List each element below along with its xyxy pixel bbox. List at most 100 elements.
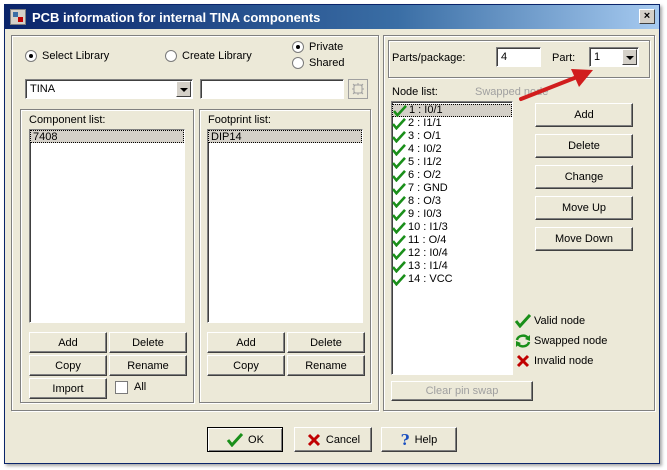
node-list-item[interactable]: 5 : I1/2 <box>392 156 512 169</box>
node-add-button[interactable]: Add <box>535 103 633 127</box>
node-list-item-label: 13 : I1/4 <box>408 260 448 272</box>
footprint-copy-button[interactable]: Copy <box>207 355 285 376</box>
check-icon <box>392 143 406 156</box>
node-list-label: Node list: <box>392 86 438 98</box>
all-checkbox[interactable] <box>115 381 128 394</box>
check-icon <box>515 314 531 328</box>
node-list-item-label: 14 : VCC <box>408 273 453 285</box>
node-delete-label: Delete <box>568 140 600 152</box>
node-list-item[interactable]: 1 : I0/1 <box>392 104 512 117</box>
node-list-item[interactable]: 12 : I0/4 <box>392 247 512 260</box>
all-label: All <box>134 381 147 393</box>
node-list-item[interactable]: 8 : O/3 <box>392 195 512 208</box>
component-import-button[interactable]: Import <box>29 378 107 399</box>
node-list-item[interactable]: 2 : I1/1 <box>392 117 512 130</box>
private-radio[interactable]: Private <box>292 41 343 53</box>
radio-dot <box>25 50 37 62</box>
node-delete-button[interactable]: Delete <box>535 134 633 158</box>
node-add-label: Add <box>574 109 594 121</box>
component-listbox[interactable]: 7408 <box>29 129 185 323</box>
component-delete-button[interactable]: Delete <box>109 332 187 353</box>
part-select-value: 1 <box>594 51 601 63</box>
legend-valid: Valid node <box>515 314 585 328</box>
legend-valid-label: Valid node <box>534 315 586 327</box>
pcb-info-dialog: PCB information for internal TINA compon… <box>4 4 660 464</box>
check-icon <box>392 260 406 273</box>
node-list-item-label: 4 : I0/2 <box>408 143 442 155</box>
shared-label: Shared <box>309 57 345 69</box>
footprint-delete-button[interactable]: Delete <box>287 332 365 353</box>
legend-invalid: Invalid node <box>515 354 593 368</box>
x-icon <box>516 354 530 368</box>
node-list-item[interactable]: 10 : I1/3 <box>392 221 512 234</box>
legend-swapped: Swapped node <box>515 334 607 348</box>
library-name-field[interactable] <box>200 79 344 99</box>
legend-swapped-label: Swapped node <box>534 335 608 347</box>
x-icon <box>307 433 320 446</box>
node-list-item-label: 1 : I0/1 <box>409 104 443 116</box>
check-icon <box>392 208 406 221</box>
move-down-label: Move Down <box>554 233 614 245</box>
create-library-radio[interactable]: Create Library <box>165 50 252 62</box>
help-button[interactable]: ? Help <box>381 427 457 452</box>
window-title: PCB information for internal TINA compon… <box>32 9 321 25</box>
node-list-item-label: 7 : GND <box>408 182 448 194</box>
node-list-item[interactable]: 3 : O/1 <box>392 130 512 143</box>
radio-dot <box>292 41 304 53</box>
footprint-rename-button[interactable]: Rename <box>287 355 365 376</box>
list-item[interactable]: 7408 <box>30 130 184 143</box>
browse-icon[interactable] <box>348 79 368 99</box>
select-library-radio[interactable]: Select Library <box>25 50 109 62</box>
close-button[interactable]: × <box>639 9 655 24</box>
node-change-button[interactable]: Change <box>535 165 633 189</box>
legend-invalid-label: Invalid node <box>534 355 594 367</box>
node-list-container: 1 : I0/1 2 : I1/1 3 : O/1 4 : I0/2 5 : I1/2 6… <box>392 104 512 286</box>
chevron-down-icon[interactable] <box>176 81 191 97</box>
move-up-button[interactable]: Move Up <box>535 196 633 220</box>
node-list-item-label: 6 : O/2 <box>408 169 442 181</box>
check-icon <box>392 169 406 182</box>
ok-button[interactable]: OK <box>207 427 283 452</box>
radio-dot <box>292 57 304 69</box>
footprint-listbox[interactable]: DIP14 <box>207 129 363 323</box>
move-down-button[interactable]: Move Down <box>535 227 633 251</box>
check-icon <box>392 273 406 286</box>
cancel-button[interactable]: Cancel <box>294 427 372 452</box>
node-list-item[interactable]: 14 : VCC <box>392 273 512 286</box>
private-label: Private <box>309 41 344 53</box>
cancel-label: Cancel <box>325 433 361 446</box>
node-list-item[interactable]: 4 : I0/2 <box>392 143 512 156</box>
node-list-item-label: 12 : I0/4 <box>408 247 448 259</box>
node-list-item[interactable]: 6 : O/2 <box>392 169 512 182</box>
library-select[interactable]: TINA <box>25 79 193 99</box>
node-list-item-label: 8 : O/3 <box>408 195 442 207</box>
question-mark-icon: ? <box>400 430 410 449</box>
check-icon <box>392 247 406 260</box>
node-list-item[interactable]: 7 : GND <box>392 182 512 195</box>
node-listbox[interactable]: 1 : I0/1 2 : I1/1 3 : O/1 4 : I0/2 5 : I1/2 6… <box>391 101 513 375</box>
shared-radio[interactable]: Shared <box>292 57 344 69</box>
library-select-value: TINA <box>30 83 56 95</box>
check-icon <box>392 117 406 130</box>
component-rename-button[interactable]: Rename <box>109 355 187 376</box>
radio-dot <box>165 50 177 62</box>
node-change-label: Change <box>564 171 604 183</box>
chevron-down-icon[interactable] <box>622 49 637 65</box>
check-icon <box>393 104 407 117</box>
component-add-button[interactable]: Add <box>29 332 107 353</box>
clear-pin-swap-button[interactable]: Clear pin swap <box>391 381 533 401</box>
app-icon <box>10 9 26 25</box>
node-list-item[interactable]: 11 : O/4 <box>392 234 512 247</box>
help-label: Help <box>414 433 438 446</box>
node-list-item[interactable]: 9 : I0/3 <box>392 208 512 221</box>
component-copy-button[interactable]: Copy <box>29 355 107 376</box>
move-up-label: Move Up <box>561 202 607 214</box>
node-list-item-label: 2 : I1/1 <box>408 117 442 129</box>
footprint-add-button[interactable]: Add <box>207 332 285 353</box>
check-icon <box>392 130 406 143</box>
check-icon <box>392 195 406 208</box>
list-item[interactable]: DIP14 <box>208 130 362 143</box>
title-bar[interactable]: PCB information for internal TINA compon… <box>5 5 659 29</box>
red-arrow-annotation <box>519 69 593 101</box>
node-list-item[interactable]: 13 : I1/4 <box>392 260 512 273</box>
